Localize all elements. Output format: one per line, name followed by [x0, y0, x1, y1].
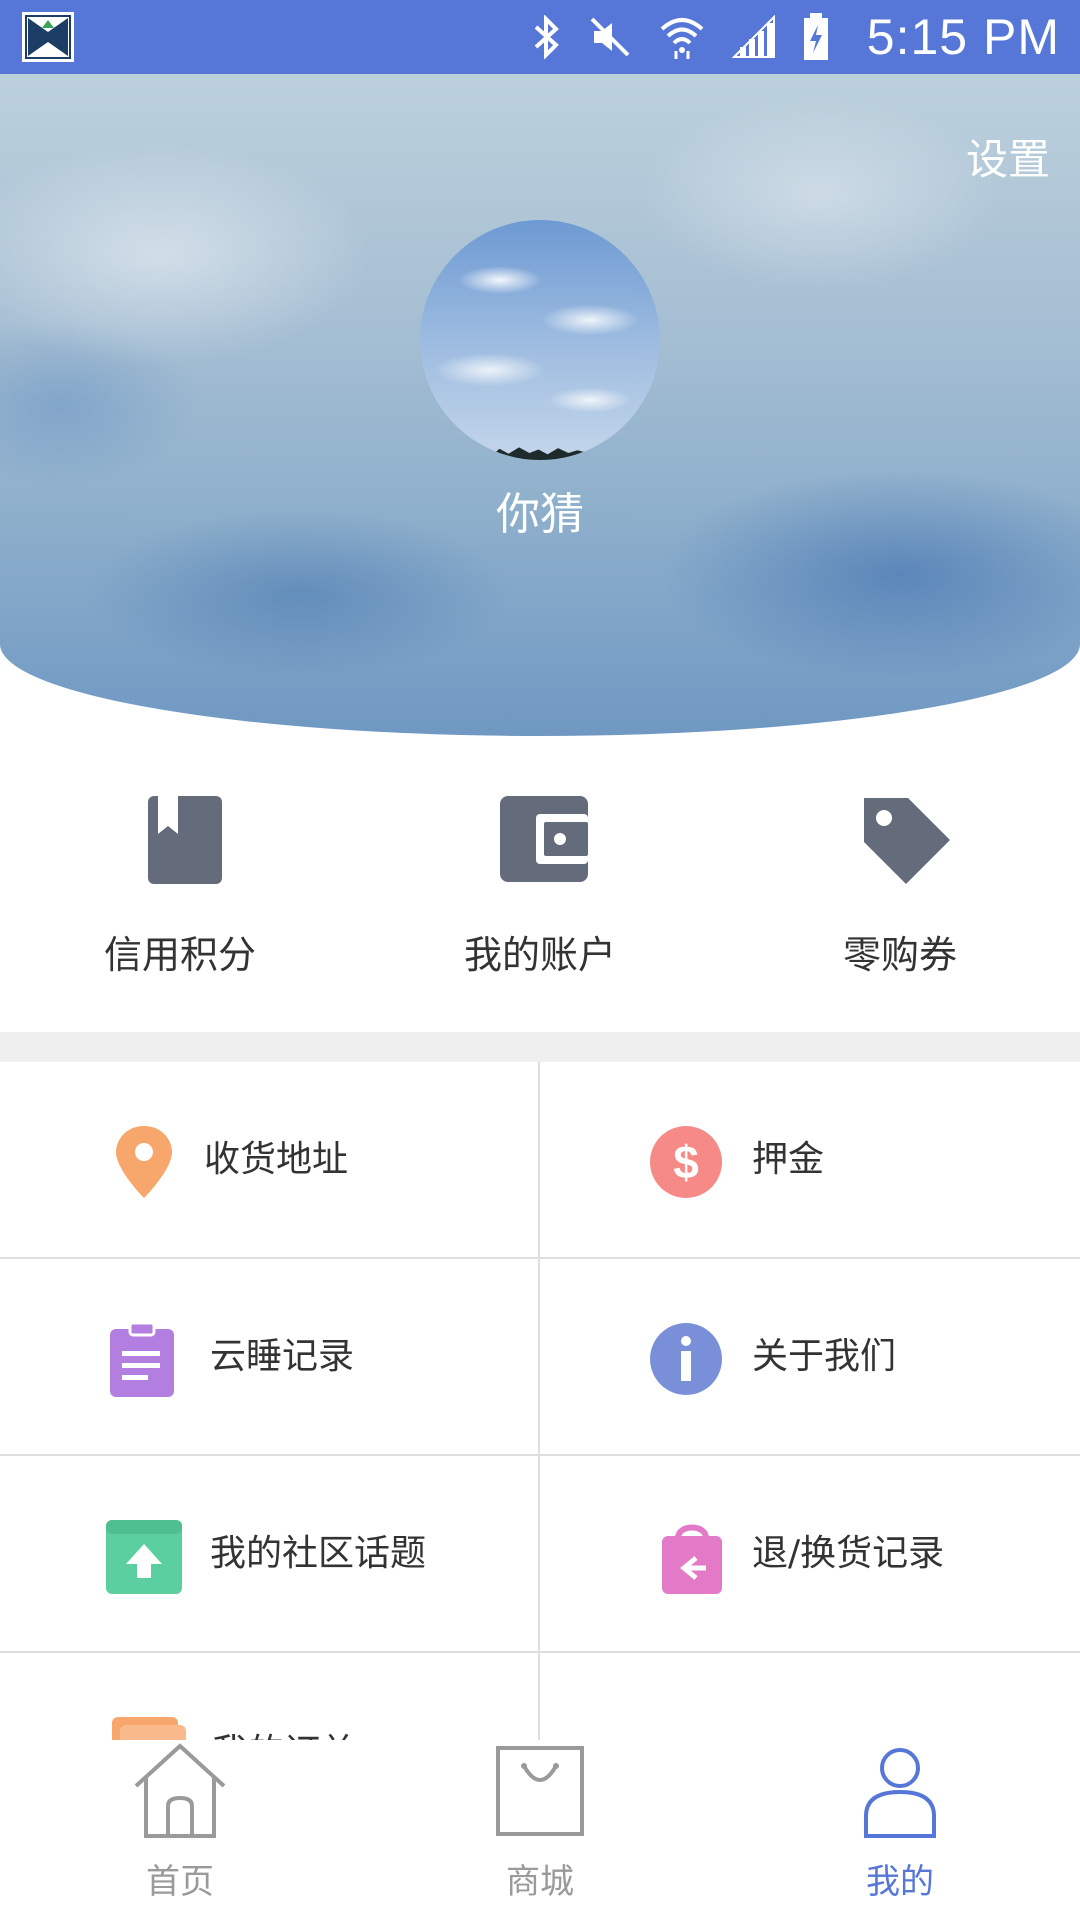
my-account-button[interactable]: 我的账户 — [360, 780, 720, 1020]
nav-home-label: 首页 — [146, 1862, 214, 1902]
nav-home[interactable]: 首页 — [0, 1740, 360, 1920]
battery-charging-icon — [804, 13, 828, 60]
avatar-treeline — [480, 447, 610, 460]
community-topics-label: 我的社区话题 — [210, 1533, 427, 1574]
nav-mine[interactable]: 我的 — [720, 1740, 1080, 1920]
my-account-label: 我的账户 — [463, 933, 616, 977]
sleep-record-menu-item[interactable]: 云睡记录 — [0, 1259, 540, 1456]
user-name: 你猜 — [496, 489, 584, 540]
upload-box-icon — [106, 1520, 182, 1594]
order-cards-icon — [112, 1717, 186, 1742]
deposit-label: 押金 — [752, 1139, 825, 1180]
coupon-label: 零购券 — [842, 933, 957, 977]
bluetooth-icon — [534, 15, 559, 59]
return-exchange-label: 退/换货记录 — [752, 1533, 945, 1574]
tag-icon — [864, 798, 950, 884]
quick-actions: 信用积分 我的账户 零购券 — [0, 780, 1080, 1020]
shopping-bag-return-icon — [662, 1524, 722, 1594]
my-orders-menu-item[interactable]: 我的订单 — [0, 1653, 540, 1742]
info-icon — [650, 1323, 722, 1395]
settings-button[interactable]: 设置 — [966, 126, 1050, 187]
sleep-record-label: 云睡记录 — [210, 1336, 355, 1377]
avatar[interactable] — [420, 220, 660, 460]
profile-header: 设置 你猜 — [0, 74, 1080, 736]
app-logo-icon — [22, 12, 74, 62]
bookmark-book-icon — [148, 796, 222, 884]
about-us-menu-item[interactable]: 关于我们 — [540, 1259, 1080, 1456]
location-pin-icon — [116, 1126, 172, 1198]
return-exchange-menu-item[interactable]: 退/换货记录 — [540, 1456, 1080, 1653]
empty-menu-cell — [540, 1653, 1080, 1742]
home-icon — [134, 1743, 226, 1838]
address-label: 收货地址 — [204, 1139, 349, 1180]
credit-points-label: 信用积分 — [103, 933, 256, 977]
nav-mine-label: 我的 — [866, 1862, 934, 1902]
deposit-menu-item[interactable]: $ 押金 — [540, 1062, 1080, 1259]
bottom-nav: 首页 商城 我的 — [0, 1740, 1080, 1920]
clipboard-icon — [110, 1321, 174, 1397]
signal-icon — [732, 15, 775, 58]
about-us-label: 关于我们 — [752, 1336, 897, 1377]
wifi-icon — [660, 18, 704, 59]
credit-points-button[interactable]: 信用积分 — [0, 780, 360, 1020]
wallet-icon — [500, 796, 588, 882]
community-topics-menu-item[interactable]: 我的社区话题 — [0, 1456, 540, 1653]
dollar-icon: $ — [650, 1126, 722, 1198]
address-menu-item[interactable]: 收货地址 — [0, 1062, 540, 1259]
shopping-bag-icon — [496, 1746, 584, 1836]
user-icon — [864, 1748, 936, 1838]
status-time: 5:15 PM — [866, 9, 1060, 65]
mute-icon — [590, 17, 630, 57]
nav-mall-label: 商城 — [506, 1862, 574, 1902]
coupon-button[interactable]: 零购券 — [720, 780, 1080, 1020]
status-bar: 5:15 PM — [0, 0, 1080, 74]
svg-text:$: $ — [673, 1136, 699, 1188]
section-divider — [0, 1032, 1080, 1062]
menu-grid: 收货地址 $ 押金 云睡记录 关于我们 我的社区话题 退/换货记录 — [0, 1062, 1080, 1742]
nav-mall[interactable]: 商城 — [360, 1740, 720, 1920]
